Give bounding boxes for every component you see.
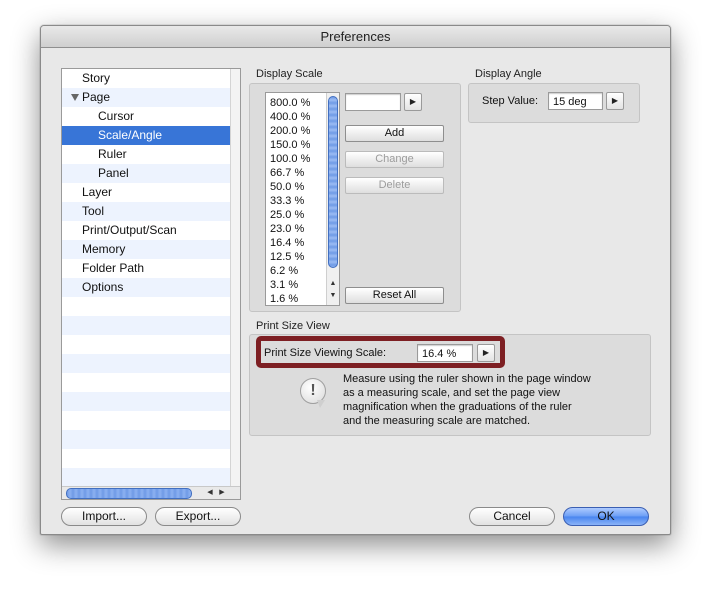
preferences-window: Preferences Story Page Cursor Scale/Angl… [40, 25, 671, 535]
list-item[interactable]: 23.0 % [270, 222, 304, 236]
sidebar-item-tool[interactable]: Tool [62, 202, 230, 221]
scroll-down-arrow-icon[interactable]: ▼ [327, 291, 339, 301]
list-scrollbar[interactable]: ▲ ▼ [326, 93, 339, 305]
list-item[interactable]: 1.6 % [270, 292, 298, 305]
sidebar-item-story[interactable]: Story [62, 69, 230, 88]
sidebar-item-folder-path[interactable]: Folder Path [62, 259, 230, 278]
display-scale-title: Display Scale [256, 68, 323, 80]
sidebar-item-print-output-scan[interactable]: Print/Output/Scan [62, 221, 230, 240]
sidebar-item-layer[interactable]: Layer [62, 183, 230, 202]
description-line: Measure using the ruler shown in the pag… [343, 373, 591, 385]
sidebar-horizontal-scrollbar[interactable]: ◀ ▶ [62, 486, 240, 499]
print-size-scale-input[interactable]: 16.4 % [417, 344, 473, 362]
category-rows: Story Page Cursor Scale/Angle Ruler Pane… [62, 69, 230, 486]
disclosure-triangle-icon[interactable] [71, 94, 79, 101]
scale-value-input[interactable] [345, 93, 401, 111]
print-size-title: Print Size View [256, 320, 330, 332]
display-angle-title: Display Angle [475, 68, 542, 80]
reset-all-button[interactable]: Reset All [345, 287, 444, 304]
display-scale-list[interactable]: 800.0 % 400.0 % 200.0 % 150.0 % 100.0 % … [265, 92, 340, 306]
sidebar-item-options[interactable]: Options [62, 278, 230, 297]
step-value-input[interactable]: 15 deg [548, 92, 603, 110]
step-popup-arrow-icon[interactable]: ▶ [606, 92, 624, 110]
category-list[interactable]: Story Page Cursor Scale/Angle Ruler Pane… [61, 68, 241, 500]
print-scale-popup-arrow-icon[interactable]: ▶ [477, 344, 495, 362]
list-item[interactable]: 200.0 % [270, 124, 310, 138]
list-item[interactable]: 3.1 % [270, 278, 298, 292]
print-size-description: Measure using the ruler shown in the pag… [343, 372, 633, 428]
scroll-up-arrow-icon[interactable]: ▲ [327, 279, 339, 289]
sidebar-item-panel[interactable]: Panel [62, 164, 230, 183]
list-item[interactable]: 6.2 % [270, 264, 298, 278]
add-button[interactable]: Add [345, 125, 444, 142]
list-item[interactable]: 66.7 % [270, 166, 304, 180]
sidebar-item-memory[interactable]: Memory [62, 240, 230, 259]
list-item[interactable]: 800.0 % [270, 96, 310, 110]
scroll-thumb[interactable] [66, 488, 192, 499]
list-item[interactable]: 16.4 % [270, 236, 304, 250]
scroll-left-arrow-icon[interactable]: ◀ [205, 487, 215, 499]
scroll-right-arrow-icon[interactable]: ▶ [217, 487, 227, 499]
list-item[interactable]: 25.0 % [270, 208, 304, 222]
sidebar-item-ruler[interactable]: Ruler [62, 145, 230, 164]
delete-button[interactable]: Delete [345, 177, 444, 194]
ok-button[interactable]: OK [563, 507, 649, 526]
alert-tail-icon [317, 400, 325, 408]
list-item[interactable]: 150.0 % [270, 138, 310, 152]
change-button[interactable]: Change [345, 151, 444, 168]
import-button[interactable]: Import... [61, 507, 147, 526]
description-line: as a measuring scale, and set the page v… [343, 387, 561, 399]
print-size-scale-label: Print Size Viewing Scale: [264, 347, 387, 359]
sidebar-item-scale-angle[interactable]: Scale/Angle [62, 126, 230, 145]
description-line: magnification when the graduations of th… [343, 401, 572, 413]
scale-popup-arrow-icon[interactable]: ▶ [404, 93, 422, 111]
list-item[interactable]: 400.0 % [270, 110, 310, 124]
sidebar-item-page[interactable]: Page [62, 88, 230, 107]
export-button[interactable]: Export... [155, 507, 241, 526]
window-title: Preferences [41, 26, 670, 48]
list-item[interactable]: 100.0 % [270, 152, 310, 166]
list-item[interactable]: 12.5 % [270, 250, 304, 264]
sidebar-item-cursor[interactable]: Cursor [62, 107, 230, 126]
list-item[interactable]: 33.3 % [270, 194, 304, 208]
step-value-label: Step Value: [482, 95, 539, 107]
scroll-thumb[interactable] [328, 96, 338, 268]
cancel-button[interactable]: Cancel [469, 507, 555, 526]
description-line: and the measuring scale are matched. [343, 415, 531, 427]
sidebar-vertical-scrollbar[interactable] [230, 69, 240, 486]
list-item[interactable]: 50.0 % [270, 180, 304, 194]
